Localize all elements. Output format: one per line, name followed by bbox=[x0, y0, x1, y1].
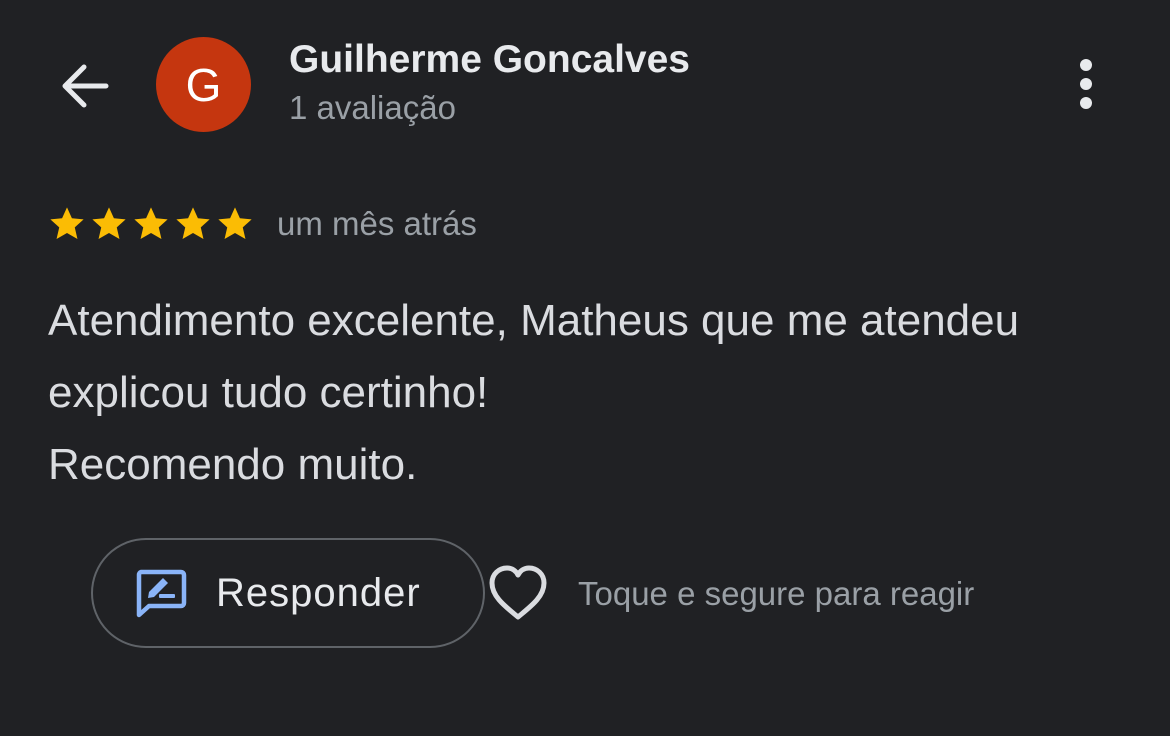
star-icon bbox=[50, 207, 84, 240]
star-icon bbox=[176, 207, 210, 240]
star-rating bbox=[48, 205, 254, 243]
star-icon bbox=[134, 207, 168, 240]
reply-button[interactable]: Responder bbox=[91, 538, 485, 648]
review-text-line: Atendimento excelente, Matheus que me at… bbox=[48, 296, 1020, 345]
avatar[interactable]: G bbox=[156, 37, 251, 132]
arrow-back-icon bbox=[62, 64, 109, 108]
rate-review-icon bbox=[136, 569, 187, 618]
heart-outline-icon bbox=[489, 565, 547, 620]
star-icon bbox=[218, 207, 252, 240]
user-name[interactable]: Guilherme Goncalves bbox=[289, 38, 690, 82]
review-text-line: Recomendo muito. bbox=[48, 440, 418, 489]
review-text-line: explicou tudo certinho! bbox=[48, 368, 489, 417]
reply-label: Responder bbox=[216, 570, 421, 615]
star-icon bbox=[92, 207, 126, 240]
more-options-button[interactable] bbox=[1058, 52, 1114, 116]
review-date: um mês atrás bbox=[277, 205, 477, 242]
more-vert-icon bbox=[1080, 59, 1092, 109]
react-heart-button[interactable] bbox=[485, 560, 551, 626]
review-text: Atendimento excelente, Matheus que me at… bbox=[48, 285, 1138, 501]
back-button[interactable] bbox=[48, 50, 120, 122]
review-count: 1 avaliação bbox=[289, 89, 456, 126]
avatar-letter: G bbox=[185, 58, 222, 111]
react-hint: Toque e segure para reagir bbox=[578, 575, 975, 612]
